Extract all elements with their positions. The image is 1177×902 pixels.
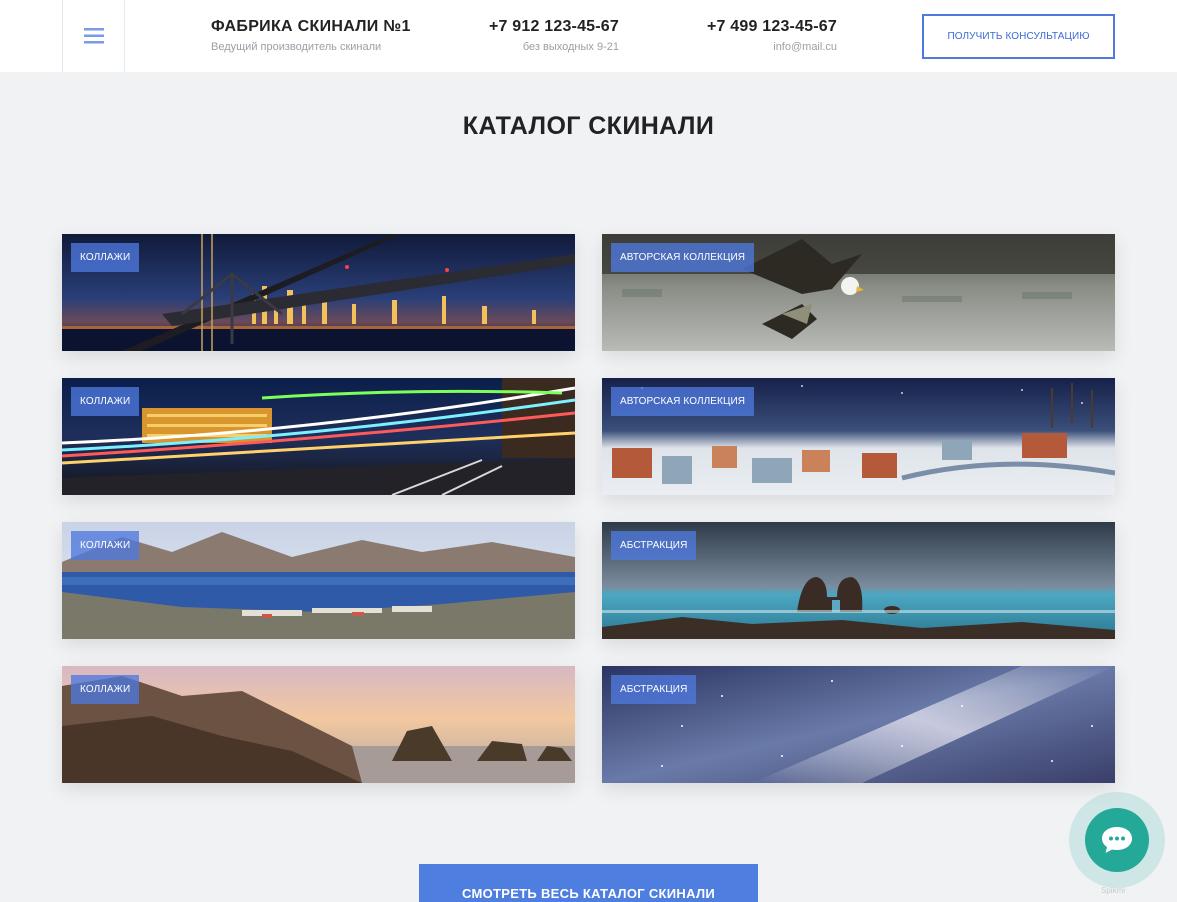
hamburger-icon	[83, 28, 104, 44]
catalog-title: КАТАЛОГ СКИНАЛИ	[462, 112, 715, 140]
catalog-card[interactable]: АВТОРСКАЯ КОЛЛЕКЦИЯ	[602, 234, 1115, 351]
category-badge: КОЛЛАЖИ	[71, 243, 140, 272]
catalog-card[interactable]: КОЛЛАЖИ	[62, 378, 575, 495]
catalog-card[interactable]: АБСТРАКЦИЯ	[602, 522, 1115, 639]
menu-button[interactable]	[62, 0, 125, 72]
phone-1-link[interactable]: +7 912 123-45-67	[480, 17, 619, 37]
chat-widget-brand: Spikmi	[1101, 886, 1126, 895]
brand-title: ФАБРИКА СКИНАЛИ №1	[211, 18, 411, 35]
category-badge: АВТОРСКАЯ КОЛЛЕКЦИЯ	[611, 387, 755, 416]
contact-phone-2: +7 499 123-45-67 info@mail.cu	[690, 17, 837, 55]
catalog-card[interactable]: КОЛЛАЖИ	[62, 234, 575, 351]
category-badge: АБСТРАКЦИЯ	[611, 531, 697, 560]
site-header: ФАБРИКА СКИНАЛИ №1 Ведущий производитель…	[0, 0, 1177, 72]
catalog-card[interactable]: АВТОРСКАЯ КОЛЛЕКЦИЯ	[602, 378, 1115, 495]
category-badge: АВТОРСКАЯ КОЛЛЕКЦИЯ	[611, 243, 755, 272]
brand: ФАБРИКА СКИНАЛИ №1 Ведущий производитель…	[211, 17, 411, 55]
brand-subtitle: Ведущий производитель скинали	[211, 41, 382, 53]
chat-bubble-icon	[1102, 827, 1132, 853]
email-link[interactable]: info@mail.cu	[690, 39, 837, 55]
category-badge: КОЛЛАЖИ	[71, 531, 140, 560]
chat-widget-button[interactable]	[1085, 808, 1149, 872]
category-badge: АБСТРАКЦИЯ	[611, 675, 697, 704]
working-hours: без выходных 9-21	[522, 41, 619, 53]
consultation-button[interactable]: ПОЛУЧИТЬ КОНСУЛЬТАЦИЮ	[922, 14, 1115, 59]
view-catalog-button[interactable]: СМОТРЕТЬ ВЕСЬ КАТАЛОГ СКИНАЛИ	[419, 864, 758, 902]
catalog-card[interactable]: АБСТРАКЦИЯ	[602, 666, 1115, 783]
catalog-card[interactable]: КОЛЛАЖИ	[62, 522, 575, 639]
phone-2-link[interactable]: +7 499 123-45-67	[690, 17, 837, 37]
catalog-card[interactable]: КОЛЛАЖИ	[62, 666, 575, 783]
category-badge: КОЛЛАЖИ	[71, 675, 140, 704]
category-badge: КОЛЛАЖИ	[71, 387, 140, 416]
contact-phone-1: +7 912 123-45-67 без выходных 9-21	[480, 17, 619, 55]
